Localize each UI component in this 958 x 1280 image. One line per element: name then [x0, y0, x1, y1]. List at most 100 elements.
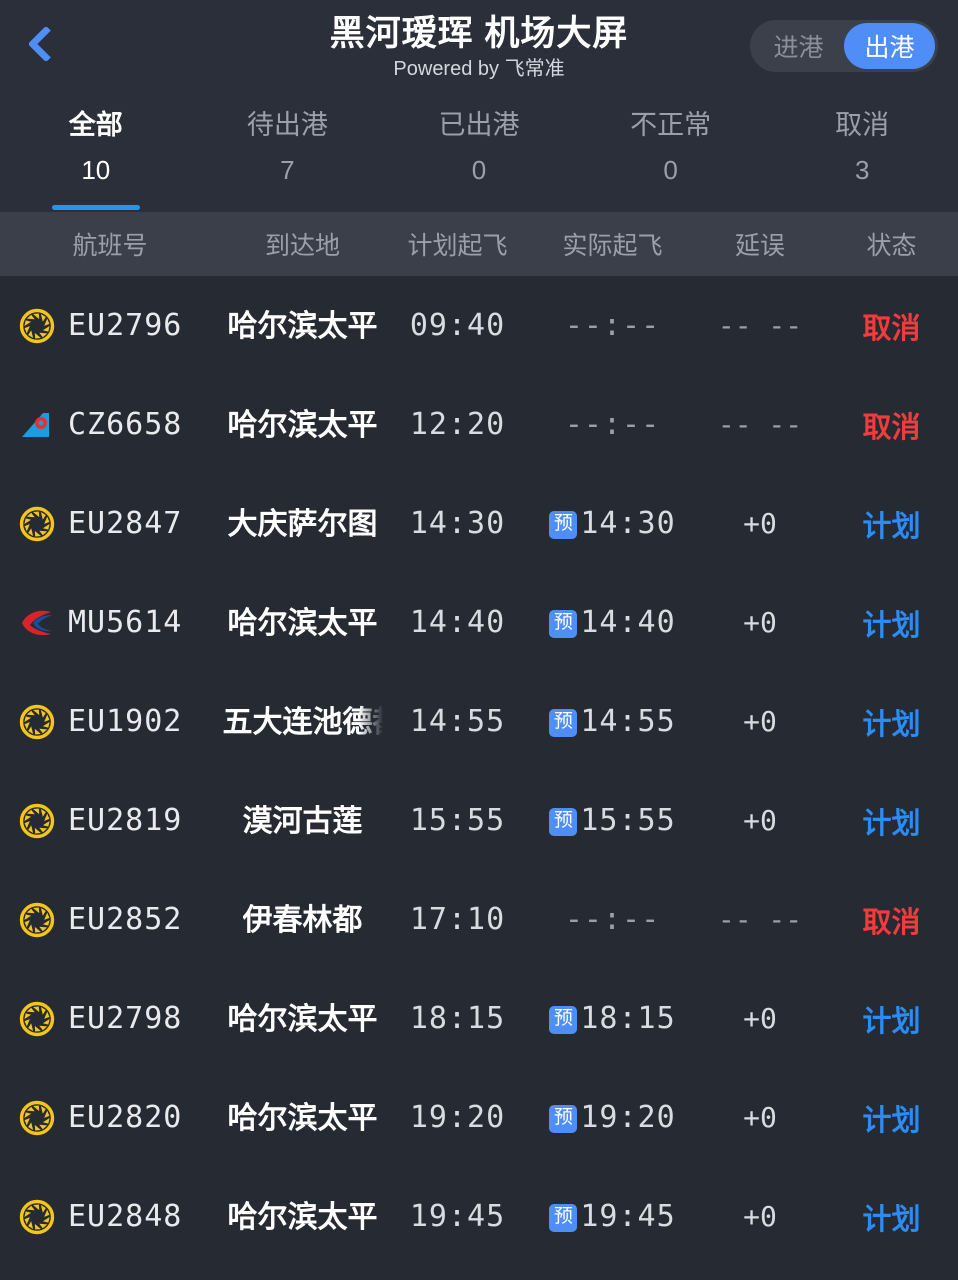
- flight-cell: EU2798: [0, 1000, 220, 1038]
- tab-active-underline: [51, 205, 140, 210]
- delay-cell: +0: [695, 804, 825, 837]
- delay-cell: -- --: [695, 309, 825, 342]
- status-badge: 取消: [862, 906, 921, 939]
- delay-cell: +0: [695, 507, 825, 540]
- destination-label: 哈尔滨太平: [227, 409, 378, 442]
- status-cell: 计划: [825, 800, 958, 842]
- delay-value: +0: [743, 1200, 777, 1233]
- status-badge: 计划: [862, 708, 921, 741]
- tab-label: 已出港: [438, 110, 520, 140]
- status-cell: 取消: [825, 899, 958, 941]
- scheduled-cell: 14:40: [385, 605, 530, 640]
- column-header-delay: 延误: [734, 232, 785, 260]
- scheduled-time: 18:15: [409, 1001, 506, 1036]
- app-header: 黑河瑷珲 机场大屏 Powered by 飞常准 进港 出港: [0, 0, 958, 96]
- back-button[interactable]: [18, 14, 74, 74]
- china-eastern-logo: [18, 604, 56, 642]
- scheduled-cell: 19:45: [385, 1199, 530, 1234]
- status-badge: 取消: [862, 411, 921, 444]
- flight-number: CZ6658: [68, 407, 183, 442]
- tab-count: 7: [280, 155, 295, 185]
- delay-value: +0: [743, 606, 777, 639]
- table-row[interactable]: EU2819 漠河古莲 15:55 预 15:55 +0 计划: [0, 771, 958, 870]
- table-row[interactable]: EU2847 大庆萨尔图 14:30 预 14:30 +0 计划: [0, 474, 958, 573]
- table-row[interactable]: EU2848 哈尔滨太平 19:45 预 19:45 +0 计划: [0, 1167, 958, 1266]
- status-badge: 计划: [862, 1104, 921, 1137]
- delay-value: +0: [743, 705, 777, 738]
- flight-number: MU5614: [68, 605, 183, 640]
- chevron-left-icon: [27, 25, 65, 63]
- table-row[interactable]: EU2820 哈尔滨太平 19:20 预 19:20 +0 计划: [0, 1068, 958, 1167]
- table-row[interactable]: EU2796 哈尔滨太平 09:40 --:-- -- -- 取消: [0, 276, 958, 375]
- tab-count: 3: [854, 155, 870, 185]
- destination-cell: 哈尔滨太平: [220, 598, 385, 647]
- status-cell: 计划: [825, 602, 958, 644]
- scheduled-cell: 17:10: [385, 902, 530, 937]
- actual-cell: 预 18:15: [530, 1001, 695, 1036]
- flight-number: EU2847: [68, 506, 183, 541]
- tab-4[interactable]: 取消 3: [766, 102, 958, 212]
- flight-number: EU2848: [68, 1199, 183, 1234]
- status-badge: 计划: [862, 510, 921, 543]
- destination-label: 漠河古莲: [242, 805, 363, 838]
- scheduled-time: 19:45: [409, 1199, 506, 1234]
- estimated-badge: 预: [549, 709, 578, 737]
- tab-count: 0: [471, 155, 487, 185]
- scheduled-cell: 09:40: [385, 308, 530, 343]
- scheduled-time: 17:10: [409, 902, 506, 937]
- scheduled-time: 14:30: [409, 506, 506, 541]
- flight-number: EU1902: [68, 704, 183, 739]
- tab-1[interactable]: 待出港 7: [192, 102, 384, 212]
- status-badge: 取消: [862, 312, 921, 345]
- tab-label: 取消: [835, 110, 890, 140]
- flight-number: EU2819: [68, 803, 183, 838]
- destination-cell: 哈尔滨太平: [220, 1093, 385, 1142]
- scheduled-time: 09:40: [409, 308, 506, 343]
- table-row[interactable]: MU5614 哈尔滨太平 14:40 预 14:40 +0 计划: [0, 573, 958, 672]
- toggle-arrival[interactable]: 进港: [753, 23, 844, 69]
- flight-cell: CZ6658: [0, 406, 220, 444]
- arrival-departure-toggle[interactable]: 进港 出港: [750, 20, 938, 72]
- scheduled-time: 14:55: [409, 704, 506, 739]
- delay-value: +0: [743, 507, 777, 540]
- destination-label: 大庆萨尔图: [227, 508, 378, 541]
- scheduled-time: 14:40: [409, 605, 506, 640]
- delay-cell: +0: [695, 1101, 825, 1134]
- status-cell: 计划: [825, 503, 958, 545]
- chengdu-airlines-logo: [18, 307, 56, 345]
- table-row[interactable]: EU1902五大连池德都14:55预14:55+0计划: [0, 672, 958, 771]
- toggle-departure[interactable]: 出港: [844, 23, 935, 69]
- page-title: 黑河瑷珲 机场大屏: [329, 14, 629, 53]
- flight-cell: EU2848: [0, 1198, 220, 1236]
- status-cell: 计划: [825, 1097, 958, 1139]
- actual-cell: --:--: [530, 902, 695, 937]
- delay-value: +0: [743, 1002, 777, 1035]
- tab-label: 待出港: [246, 110, 328, 140]
- estimated-badge: 预: [549, 1006, 578, 1034]
- destination-label: 伊春林都: [242, 904, 363, 937]
- delay-value: +0: [743, 1101, 777, 1134]
- actual-time: --:--: [564, 308, 661, 343]
- scheduled-time: 19:20: [409, 1100, 506, 1135]
- tab-3[interactable]: 不正常 0: [575, 102, 767, 212]
- table-row[interactable]: EU2852 伊春林都 17:10 --:-- -- -- 取消: [0, 870, 958, 969]
- actual-cell: 预 19:45: [530, 1199, 695, 1234]
- chengdu-airlines-logo: [18, 901, 56, 939]
- scheduled-time: 12:20: [409, 407, 506, 442]
- actual-cell: 预 14:30: [530, 506, 695, 541]
- actual-cell: 预 14:55: [530, 704, 695, 739]
- table-row[interactable]: CZ6658 哈尔滨太平 12:20 --:-- -- -- 取消: [0, 375, 958, 474]
- destination-label: 哈尔滨太平: [227, 310, 378, 343]
- actual-time: --:--: [564, 902, 661, 937]
- china-southern-logo: [18, 406, 56, 444]
- status-badge: 计划: [862, 1005, 921, 1038]
- tab-0[interactable]: 全部 10: [0, 102, 192, 212]
- scheduled-cell: 14:30: [385, 506, 530, 541]
- flight-cell: EU1902: [0, 703, 220, 741]
- tab-2[interactable]: 已出港 0: [383, 102, 575, 212]
- table-row[interactable]: EU2798 哈尔滨太平 18:15 预 18:15 +0 计划: [0, 969, 958, 1068]
- destination-cell: 大庆萨尔图: [220, 499, 385, 548]
- delay-value: -- --: [717, 309, 803, 342]
- actual-time: 19:20: [580, 1100, 676, 1135]
- tab-label: 不正常: [630, 110, 712, 140]
